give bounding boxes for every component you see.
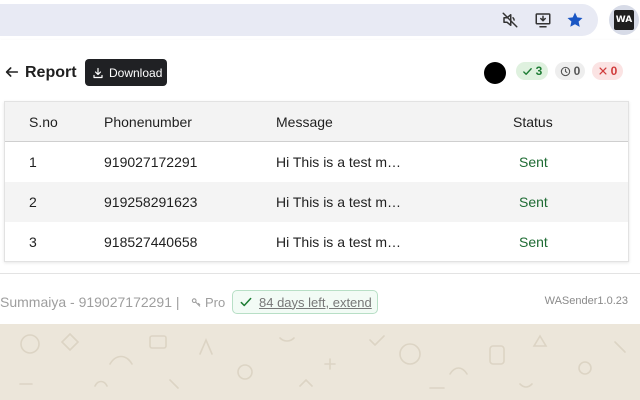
- row-sno: 2: [29, 194, 37, 210]
- column-header-status: Status: [513, 114, 553, 130]
- report-panel: Report Download 3 0 0 S.no Phonenumber M…: [0, 40, 640, 324]
- row-sno: 1: [29, 154, 37, 170]
- row-status: Sent: [519, 234, 548, 250]
- check-icon: [522, 67, 532, 75]
- row-phonenumber: 919027172291: [104, 154, 198, 170]
- user-account-info: Summaiya - 919027172291 |: [0, 294, 180, 310]
- sent-count-badge: 3: [516, 62, 548, 80]
- download-icon: [93, 67, 103, 78]
- plan-label: Pro: [191, 295, 225, 310]
- bookmark-star-icon[interactable]: [563, 8, 587, 32]
- row-sno: 3: [29, 234, 37, 250]
- install-app-icon[interactable]: [531, 8, 555, 32]
- column-header-phonenumber: Phonenumber: [104, 114, 192, 130]
- column-header-sno: S.no: [29, 114, 58, 130]
- table-row: 2 919258291623 Hi This is a test m… Sent: [5, 182, 628, 222]
- key-icon: [191, 298, 201, 307]
- column-header-message: Message: [276, 114, 333, 130]
- download-label: Download: [109, 65, 163, 80]
- failed-count-badge: 0: [592, 62, 623, 80]
- mute-icon[interactable]: [498, 8, 522, 32]
- row-status: Sent: [519, 194, 548, 210]
- chat-wallpaper: [0, 324, 640, 400]
- row-message: Hi This is a test m…: [276, 234, 401, 250]
- check-icon: [240, 297, 252, 307]
- page-title: Report: [25, 64, 77, 81]
- wasender-logo: WA: [614, 10, 634, 30]
- table-header-row: S.no Phonenumber Message Status: [5, 102, 628, 142]
- clock-icon: [560, 66, 570, 76]
- report-table: S.no Phonenumber Message Status 1 919027…: [4, 101, 629, 262]
- extend-subscription-link[interactable]: 84 days left, extend: [232, 290, 378, 314]
- panel-footer: Summaiya - 919027172291 | Pro 84 days le…: [0, 273, 640, 323]
- row-status: Sent: [519, 154, 548, 170]
- back-arrow-icon[interactable]: [4, 64, 20, 80]
- table-row: 3 918527440658 Hi This is a test m… Sent: [5, 222, 628, 262]
- connection-status-dot: [484, 62, 506, 84]
- row-message: Hi This is a test m…: [276, 154, 401, 170]
- row-phonenumber: 919258291623: [104, 194, 198, 210]
- version-label: WASender1.0.23: [544, 295, 628, 307]
- row-message: Hi This is a test m…: [276, 194, 401, 210]
- wasender-extension-button[interactable]: WA: [609, 5, 639, 35]
- pending-count-badge: 0: [555, 62, 585, 80]
- browser-toolbar: WA: [0, 0, 640, 40]
- table-row: 1 919027172291 Hi This is a test m… Sent: [5, 142, 628, 182]
- download-button[interactable]: Download: [85, 59, 167, 86]
- row-phonenumber: 918527440658: [104, 234, 198, 250]
- x-icon: [599, 67, 607, 75]
